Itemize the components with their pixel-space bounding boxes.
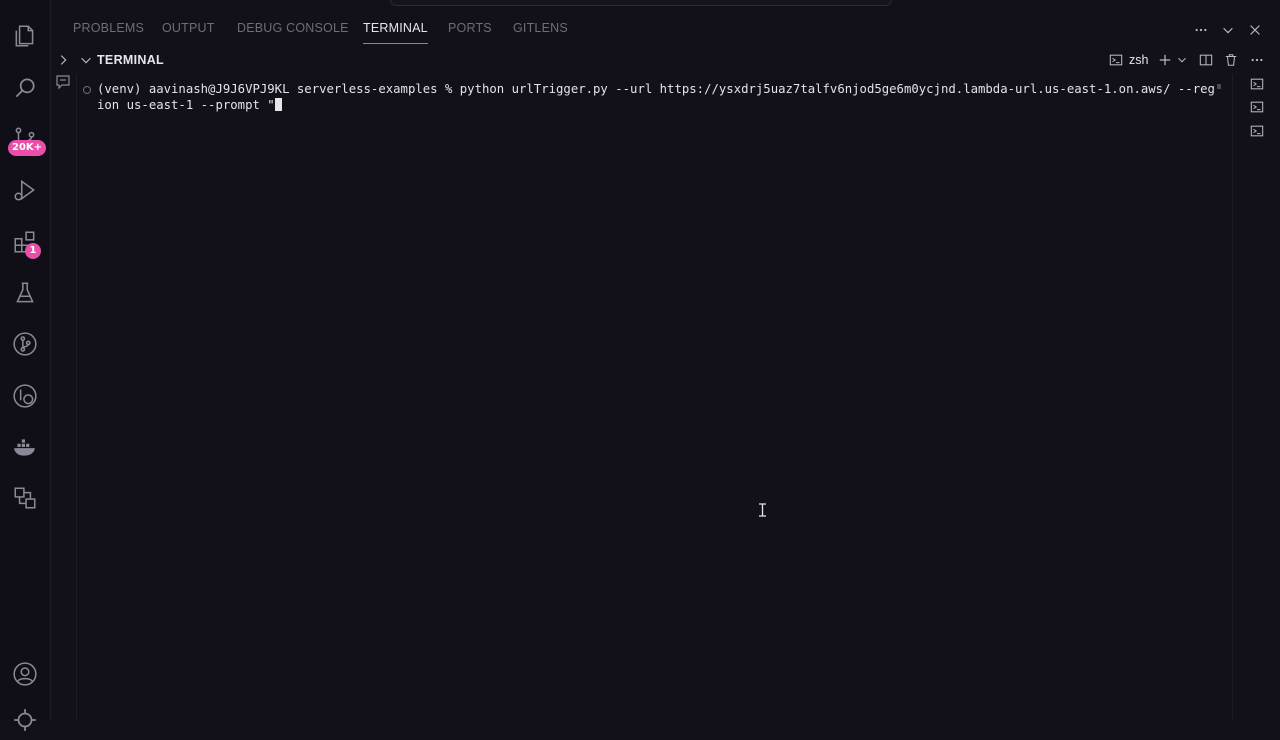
tab-debug-console[interactable]: DEBUG CONSOLE: [237, 21, 349, 43]
terminal-instance-icon[interactable]: [1248, 98, 1266, 116]
tab-problems[interactable]: PROBLEMS: [73, 21, 144, 43]
chevron-down-icon[interactable]: [1173, 51, 1191, 69]
terminal-line-1: (venv) aavinash@J9J6VPJ9KL serverless-ex…: [97, 82, 1215, 96]
new-terminal-icon[interactable]: [1156, 51, 1174, 69]
split-terminal-icon[interactable]: [1197, 51, 1215, 69]
tab-terminal[interactable]: TERMINAL: [363, 21, 428, 44]
terminal-instance-icon[interactable]: [1248, 75, 1266, 93]
terminal-header: TERMINAL zsh: [51, 46, 1280, 74]
git-graph-icon[interactable]: [0, 324, 50, 364]
terminal-instance-icon[interactable]: [1248, 122, 1266, 140]
panel-tab-bar: PROBLEMS OUTPUT DEBUG CONSOLE TERMINAL P…: [51, 14, 1280, 46]
settings-icon[interactable]: [0, 700, 50, 740]
files-icon[interactable]: [0, 16, 50, 56]
docker-icon[interactable]: [0, 427, 50, 467]
tab-gitlens[interactable]: GITLENS: [513, 21, 568, 43]
terminal-icon: [1107, 51, 1125, 69]
account-icon[interactable]: [0, 654, 50, 694]
remote-explorer-icon[interactable]: [0, 478, 50, 518]
terminal-list-divider: [1232, 74, 1233, 720]
testing-icon[interactable]: [0, 273, 50, 313]
extensions-icon[interactable]: [0, 222, 50, 262]
extensions-badge: 1: [25, 243, 41, 259]
gitlens-icon[interactable]: [0, 376, 50, 416]
shell-name[interactable]: zsh: [1129, 53, 1148, 67]
terminal-output[interactable]: (venv) aavinash@J9J6VPJ9KL serverless-ex…: [97, 82, 1219, 113]
chevron-right-icon[interactable]: [54, 51, 72, 69]
source-control-badge: 20K+: [8, 140, 47, 156]
chevron-down-icon[interactable]: [1218, 20, 1238, 40]
run-debug-icon[interactable]: [0, 170, 50, 210]
more-actions-icon[interactable]: [1248, 51, 1266, 69]
tab-output[interactable]: OUTPUT: [162, 21, 215, 43]
terminal-line-2: ion us-east-1 --prompt ": [97, 97, 275, 112]
chevron-down-icon[interactable]: [77, 51, 95, 69]
activity-bar: 20K+ 1: [0, 0, 51, 731]
tab-ports[interactable]: PORTS: [448, 21, 492, 43]
trash-icon[interactable]: [1222, 51, 1240, 69]
search-icon[interactable]: [0, 68, 50, 108]
command-center[interactable]: [390, 0, 892, 6]
command-decoration-icon[interactable]: [83, 86, 91, 94]
terminal-cursor: [274, 97, 282, 111]
text-cursor-icon: [758, 503, 767, 517]
terminal-section-title: TERMINAL: [97, 53, 164, 67]
comment-icon[interactable]: [55, 74, 71, 90]
more-actions-icon[interactable]: [1191, 20, 1211, 40]
close-icon[interactable]: [1245, 20, 1265, 40]
panel-gutter-divider: [76, 74, 77, 720]
